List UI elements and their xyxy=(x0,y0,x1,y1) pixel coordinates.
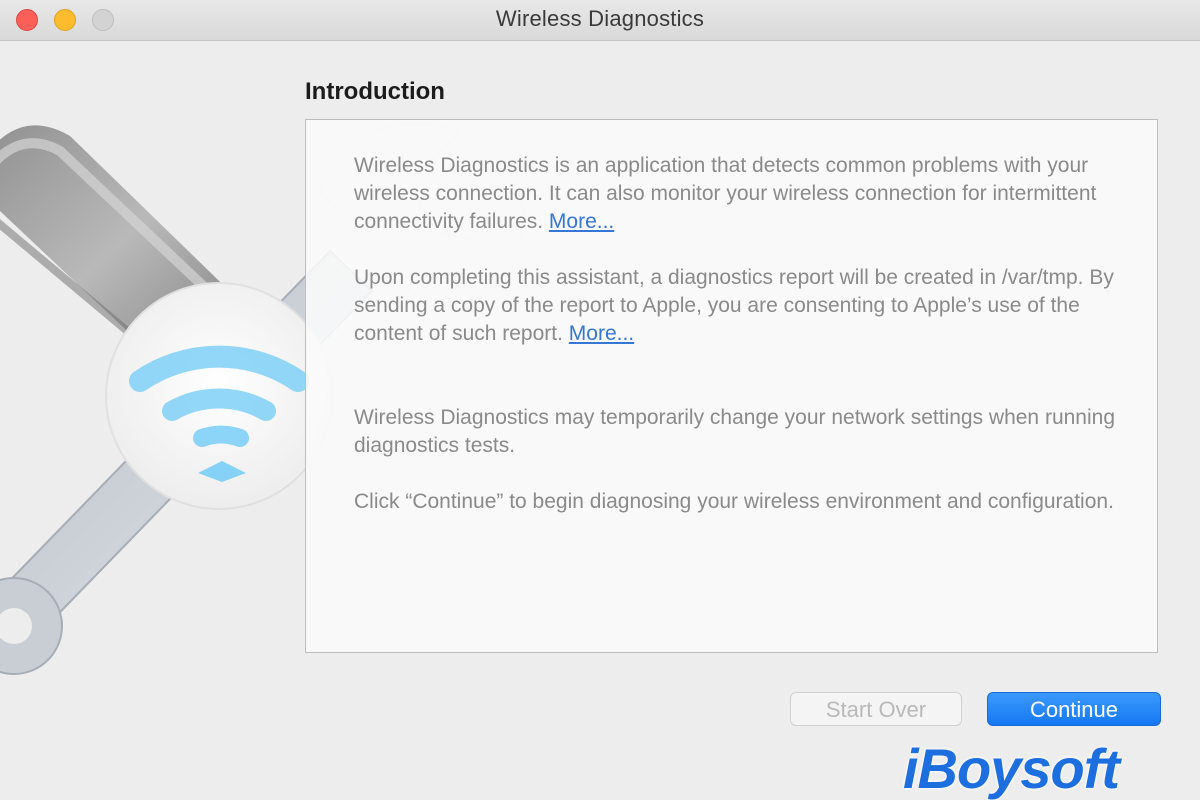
network-settings-paragraph: Wireless Diagnostics may temporarily cha… xyxy=(354,404,1124,460)
network-settings-paragraph-text: Wireless Diagnostics may temporarily cha… xyxy=(354,406,1116,457)
more-link[interactable]: More... xyxy=(549,210,614,233)
iboysoft-watermark: iBoysoft xyxy=(903,737,1120,800)
introduction-panel: Wireless Diagnostics is an application t… xyxy=(305,119,1158,653)
report-paragraph: Upon completing this assistant, a diagno… xyxy=(354,264,1124,348)
report-paragraph-text: Upon completing this assistant, a diagno… xyxy=(354,266,1114,345)
report-more-link[interactable]: More... xyxy=(569,322,634,345)
intro-paragraph: Wireless Diagnostics is an application t… xyxy=(354,152,1124,236)
continue-button[interactable]: Continue xyxy=(987,692,1161,726)
section-title: Introduction xyxy=(305,78,445,105)
assistant-content: Introduction Wireless Diagnostics is an … xyxy=(0,41,1200,800)
title-bar[interactable]: Wireless Diagnostics xyxy=(0,0,1200,41)
start-over-button[interactable]: Start Over xyxy=(790,692,962,726)
continue-instruction-paragraph-text: Click “Continue” to begin diagnosing you… xyxy=(354,490,1114,513)
wireless-diagnostics-window: Wireless Diagnostics Introduction Wirele… xyxy=(0,0,1200,800)
intro-paragraph-text: Wireless Diagnostics is an application t… xyxy=(354,154,1097,233)
window-title: Wireless Diagnostics xyxy=(495,6,705,31)
continue-instruction-paragraph: Click “Continue” to begin diagnosing you… xyxy=(354,488,1124,516)
